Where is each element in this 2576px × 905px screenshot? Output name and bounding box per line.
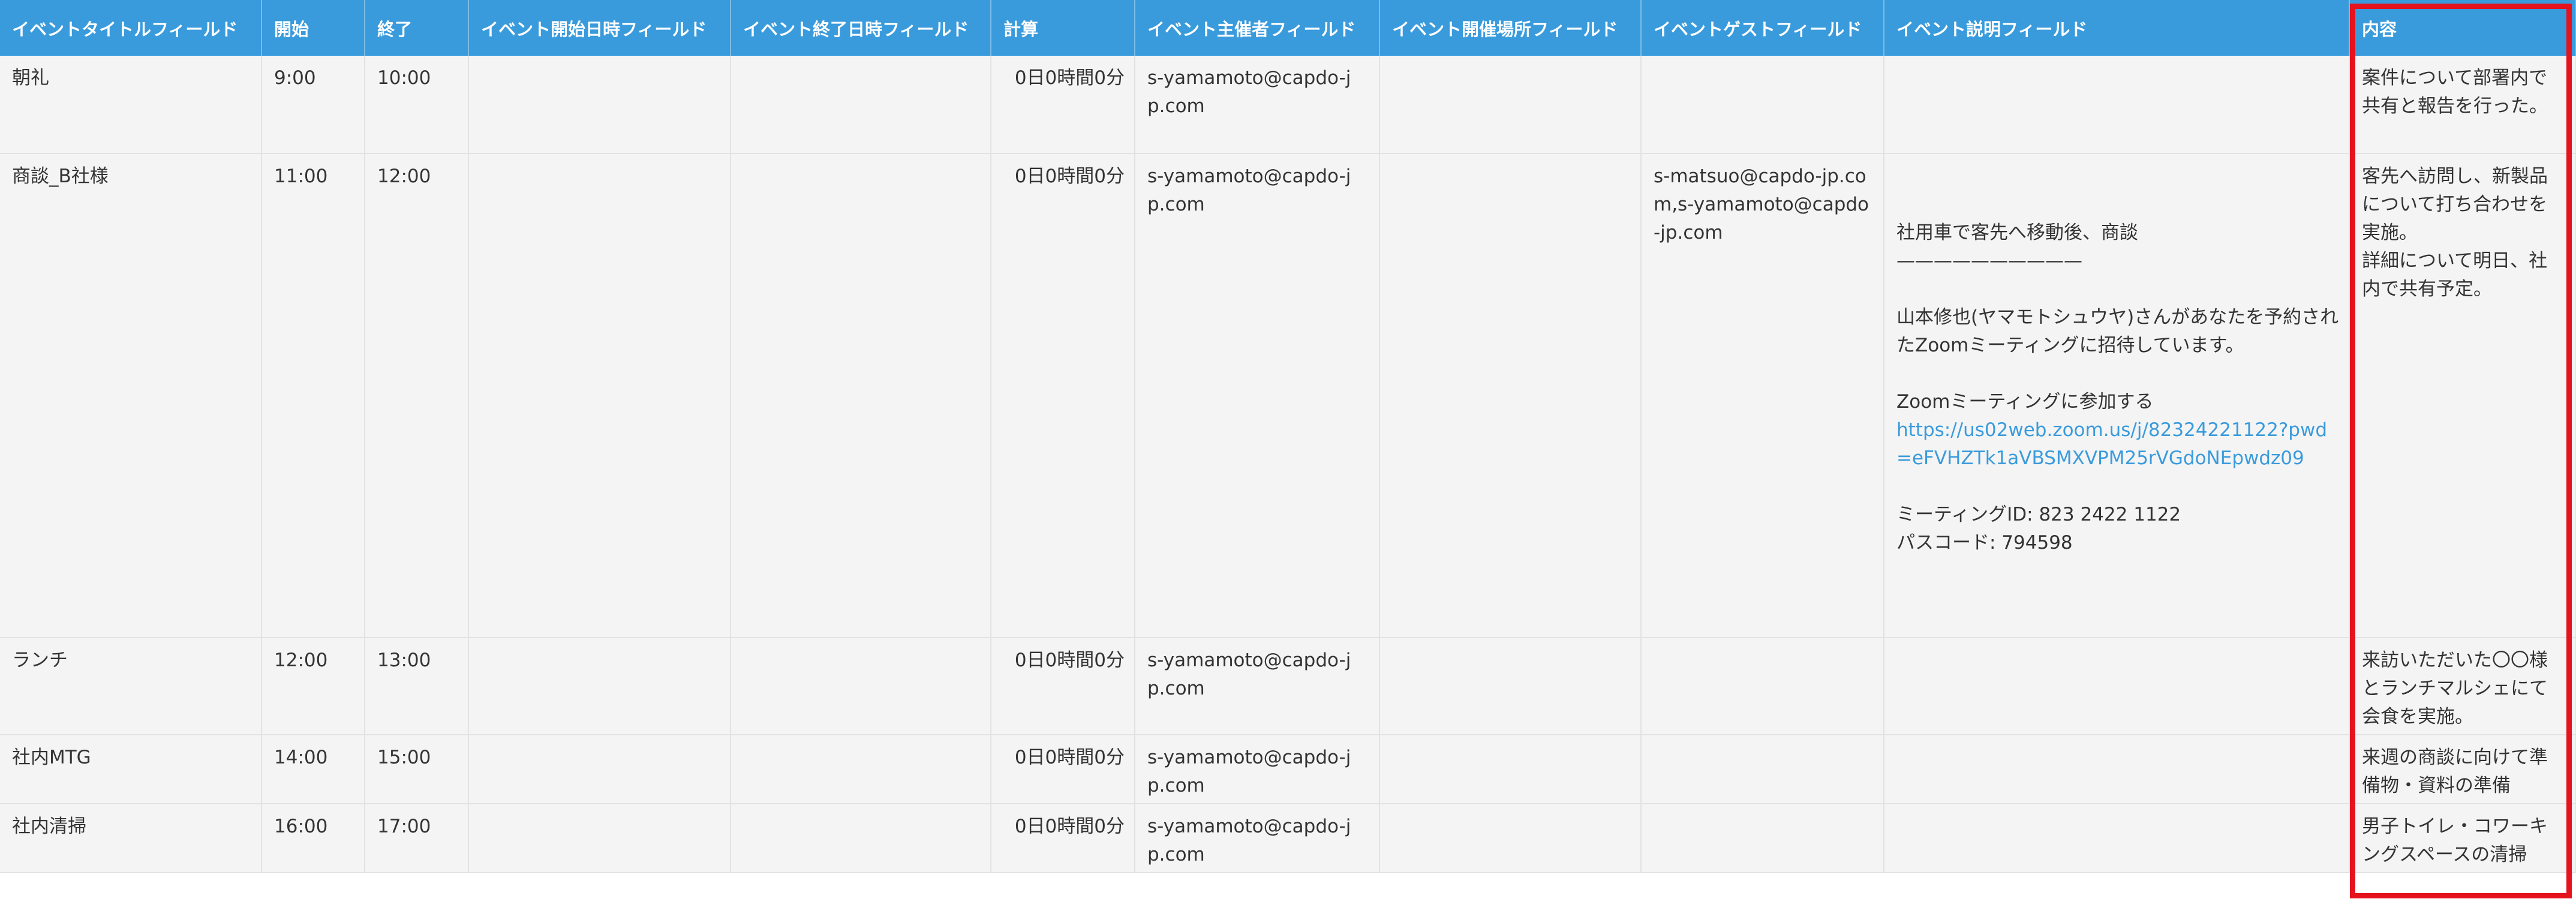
column-header-end-datetime[interactable]: イベント終了日時フィールド [731,0,991,56]
table-header-row: イベントタイトルフィールド 開始 終了 イベント開始日時フィールド イベント終了… [0,0,2576,56]
cell-start-datetime[interactable] [468,804,731,873]
cell-title[interactable]: 社内MTG [0,735,262,804]
column-header-location[interactable]: イベント開催場所フィールド [1379,0,1642,56]
column-header-start[interactable]: 開始 [261,0,365,56]
column-header-description[interactable]: イベント説明フィールド [1884,0,2350,56]
cell-end[interactable]: 13:00 [365,638,469,735]
table-row[interactable]: ランチ 12:00 13:00 0日0時間0分 s-yamamoto@capdo… [0,638,2576,735]
description-passcode: パスコード: 794598 [1896,532,2073,554]
cell-organizer[interactable]: s-yamamoto@capdo-jp.com [1135,735,1380,804]
cell-end[interactable]: 17:00 [365,804,469,873]
cell-calc[interactable]: 0日0時間0分 [991,56,1135,154]
event-table-container: イベントタイトルフィールド 開始 終了 イベント開始日時フィールド イベント終了… [0,0,2576,905]
table-row[interactable]: 朝礼 9:00 10:00 0日0時間0分 s-yamamoto@capdo-j… [0,56,2576,154]
cell-description[interactable] [1884,804,2350,873]
cell-organizer[interactable]: s-yamamoto@capdo-jp.com [1135,638,1380,735]
cell-start-datetime[interactable] [468,154,731,638]
column-header-guests[interactable]: イベントゲストフィールド [1641,0,1884,56]
column-header-calc[interactable]: 計算 [991,0,1135,56]
cell-end[interactable]: 10:00 [365,56,469,154]
cell-description[interactable] [1884,56,2350,154]
cell-organizer[interactable]: s-yamamoto@capdo-jp.com [1135,154,1380,638]
column-header-start-datetime[interactable]: イベント開始日時フィールド [468,0,731,56]
cell-organizer[interactable]: s-yamamoto@capdo-jp.com [1135,804,1380,873]
cell-start[interactable]: 12:00 [261,638,365,735]
cell-start-datetime[interactable] [468,735,731,804]
cell-calc[interactable]: 0日0時間0分 [991,154,1135,638]
cell-calc[interactable]: 0日0時間0分 [991,804,1135,873]
description-separator: —————————— [1896,250,2082,272]
cell-start[interactable]: 9:00 [261,56,365,154]
cell-location[interactable] [1379,56,1642,154]
description-join-text: Zoomミーティングに参加する [1896,391,2154,413]
cell-title[interactable]: 朝礼 [0,56,262,154]
cell-organizer[interactable]: s-yamamoto@capdo-jp.com [1135,56,1380,154]
description-line: 社用車で客先へ移動後、商談 [1896,222,2138,243]
cell-title[interactable]: ランチ [0,638,262,735]
cell-start-datetime[interactable] [468,56,731,154]
cell-end-datetime[interactable] [731,735,991,804]
cell-guests[interactable] [1641,804,1884,873]
column-header-end[interactable]: 終了 [365,0,469,56]
cell-content[interactable]: 案件について部署内で共有と報告を行った。 [2349,56,2576,154]
cell-start[interactable]: 11:00 [261,154,365,638]
cell-location[interactable] [1379,154,1642,638]
cell-calc[interactable]: 0日0時間0分 [991,638,1135,735]
cell-end[interactable]: 15:00 [365,735,469,804]
column-header-content[interactable]: 内容 [2349,0,2576,56]
cell-end-datetime[interactable] [731,638,991,735]
table-row[interactable]: 商談_B社様 11:00 12:00 0日0時間0分 s-yamamoto@ca… [0,154,2576,638]
cell-content[interactable]: 来訪いただいた〇〇様とランチマルシェにて会食を実施。 [2349,638,2576,735]
cell-start[interactable]: 16:00 [261,804,365,873]
cell-guests[interactable]: s-matsuo@capdo-jp.com,s-yamamoto@capdo-j… [1641,154,1884,638]
cell-content[interactable]: 来週の商談に向けて準備物・資料の準備 [2349,735,2576,804]
cell-title[interactable]: 社内清掃 [0,804,262,873]
description-invite-text: 山本修也(ヤマモトシュウヤ)さんがあなたを予約されたZoomミーティングに招待し… [1896,306,2339,356]
cell-location[interactable] [1379,804,1642,873]
description-meeting-id: ミーティングID: 823 2422 1122 [1896,504,2181,525]
cell-end[interactable]: 12:00 [365,154,469,638]
cell-content[interactable]: 客先へ訪問し、新製品について打ち合わせを実施。 詳細について明日、社内で共有予定… [2349,154,2576,638]
cell-guests[interactable] [1641,735,1884,804]
cell-description[interactable] [1884,735,2350,804]
cell-end-datetime[interactable] [731,154,991,638]
cell-end-datetime[interactable] [731,56,991,154]
zoom-meeting-link[interactable]: https://us02web.zoom.us/j/82324221122?pw… [1896,416,2339,473]
table-row[interactable]: 社内清掃 16:00 17:00 0日0時間0分 s-yamamoto@capd… [0,804,2576,873]
cell-content[interactable]: 男子トイレ・コワーキングスペースの清掃 [2349,804,2576,873]
cell-title[interactable]: 商談_B社様 [0,154,262,638]
cell-location[interactable] [1379,735,1642,804]
event-table: イベントタイトルフィールド 開始 終了 イベント開始日時フィールド イベント終了… [0,0,2576,873]
table-row[interactable]: 社内MTG 14:00 15:00 0日0時間0分 s-yamamoto@cap… [0,735,2576,804]
cell-location[interactable] [1379,638,1642,735]
cell-guests[interactable] [1641,638,1884,735]
cell-start[interactable]: 14:00 [261,735,365,804]
cell-start-datetime[interactable] [468,638,731,735]
cell-description[interactable]: 社用車で客先へ移動後、商談 —————————— 山本修也(ヤマモトシュウヤ)さ… [1884,154,2350,638]
cell-end-datetime[interactable] [731,804,991,873]
cell-guests[interactable] [1641,56,1884,154]
cell-calc[interactable]: 0日0時間0分 [991,735,1135,804]
column-header-title[interactable]: イベントタイトルフィールド [0,0,262,56]
column-header-organizer[interactable]: イベント主催者フィールド [1135,0,1380,56]
cell-description[interactable] [1884,638,2350,735]
